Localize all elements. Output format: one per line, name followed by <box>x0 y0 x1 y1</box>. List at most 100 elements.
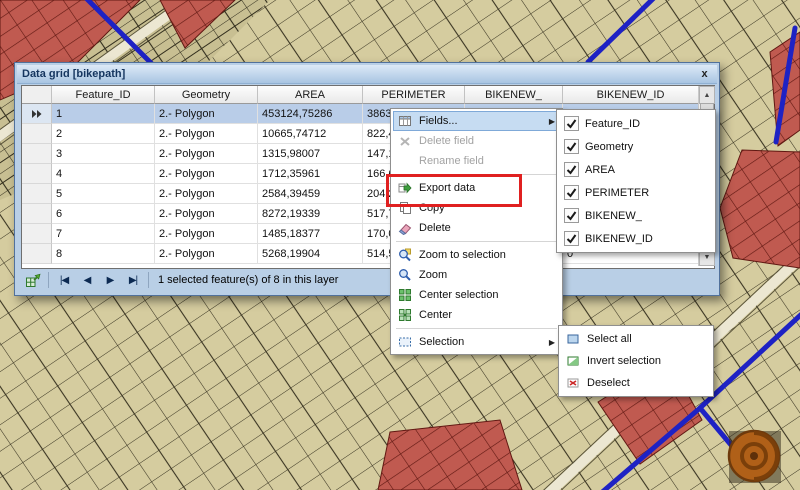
nav-first-icon[interactable]: |◀ <box>56 271 72 289</box>
menu-item-center[interactable]: Center <box>393 305 560 325</box>
menu-item-export-data[interactable]: Export data <box>393 178 560 198</box>
submenu-item-label: BIKENEW_ID <box>585 233 653 245</box>
grid-cell[interactable]: 2 <box>52 124 155 144</box>
menu-item-rename-field[interactable]: Rename field <box>393 151 560 171</box>
menu-separator <box>396 174 557 175</box>
green-table-arrow-icon <box>25 272 41 288</box>
move-selection-top-button[interactable] <box>25 272 41 288</box>
grid-cell[interactable]: 5268,19904 <box>258 244 363 264</box>
row-header[interactable] <box>22 184 52 204</box>
column-header-feature-id[interactable]: Feature_ID <box>52 86 155 104</box>
submenu-item-area[interactable]: AREA <box>559 158 713 181</box>
deselect-icon <box>564 376 582 390</box>
window-titlebar[interactable]: Data grid [bikepath] x <box>17 65 717 84</box>
grid-corner-cell[interactable] <box>22 86 52 104</box>
submenu-item-bikenew[interactable]: BIKENEW_ <box>559 204 713 227</box>
center-selection-icon <box>396 288 414 302</box>
menu-item-label: Zoom to selection <box>419 249 506 261</box>
current-row-indicator-icon <box>31 109 43 119</box>
grid-cell[interactable]: 2.- Polygon <box>155 204 258 224</box>
menu-item-zoom[interactable]: Zoom <box>393 265 560 285</box>
column-header-bikenew[interactable]: BIKENEW_ <box>465 86 563 104</box>
grid-cell[interactable]: 10665,74712 <box>258 124 363 144</box>
selection-icon <box>396 335 414 349</box>
row-header[interactable] <box>22 224 52 244</box>
grid-cell[interactable]: 2.- Polygon <box>155 224 258 244</box>
menu-item-label: Copy <box>419 202 445 214</box>
checkmark-icon <box>562 231 580 246</box>
zoom-icon <box>396 268 414 282</box>
submenu-item-label: Feature_ID <box>585 118 640 130</box>
menu-item-zoom-to-selection[interactable]: Zoom to selection <box>393 245 560 265</box>
row-header[interactable] <box>22 104 52 124</box>
submenu-item-deselect[interactable]: Deselect <box>561 372 711 394</box>
menu-item-label: Delete field <box>419 135 474 147</box>
row-header[interactable] <box>22 144 52 164</box>
grid-statusbar: |◀ ◀ ▶ ▶| 1 selected feature(s) of 8 in … <box>21 269 713 291</box>
grid-cell[interactable]: 2584,39459 <box>258 184 363 204</box>
submenu-item-perimeter[interactable]: PERIMETER <box>559 181 713 204</box>
selection-status-text: 1 selected feature(s) of 8 in this layer <box>158 274 338 286</box>
submenu-item-label: BIKENEW_ <box>585 210 642 222</box>
grid-cell[interactable]: 3 <box>52 144 155 164</box>
row-header[interactable] <box>22 164 52 184</box>
fields-submenu: Feature_ID Geometry AREA PERIMETER BIKEN… <box>556 109 716 253</box>
grid-cell[interactable]: 4 <box>52 164 155 184</box>
column-header-bikenew-id[interactable]: BIKENEW_ID <box>563 86 699 104</box>
grid-cell[interactable]: 453124,75286 <box>258 104 363 124</box>
column-header-geometry[interactable]: Geometry <box>155 86 258 104</box>
menu-item-label: Zoom <box>419 269 447 281</box>
grid-cell[interactable]: 8272,19339 <box>258 204 363 224</box>
submenu-item-geometry[interactable]: Geometry <box>559 135 713 158</box>
column-header-perimeter[interactable]: PERIMETER <box>363 86 465 104</box>
row-header[interactable] <box>22 244 52 264</box>
submenu-arrow-icon: ▶ <box>549 117 555 126</box>
menu-item-label: Rename field <box>419 155 484 167</box>
eraser-icon <box>396 221 414 235</box>
grid-cell[interactable]: 1712,35961 <box>258 164 363 184</box>
submenu-item-label: Deselect <box>587 377 630 389</box>
submenu-item-label: PERIMETER <box>585 187 649 199</box>
menu-item-fields[interactable]: Fields... ▶ <box>393 111 560 131</box>
export-data-icon <box>396 181 414 195</box>
grid-cell[interactable]: 6 <box>52 204 155 224</box>
grid-cell[interactable]: 1 <box>52 104 155 124</box>
grid-cell[interactable]: 1315,98007 <box>258 144 363 164</box>
menu-item-copy[interactable]: Copy <box>393 198 560 218</box>
nav-last-icon[interactable]: ▶| <box>125 271 141 289</box>
selection-submenu: Select all Invert selection Deselect <box>558 325 714 397</box>
column-header-area[interactable]: AREA <box>258 86 363 104</box>
grid-cell[interactable]: 2.- Polygon <box>155 124 258 144</box>
row-header[interactable] <box>22 204 52 224</box>
window-title: Data grid [bikepath] <box>22 68 125 80</box>
submenu-arrow-icon: ▶ <box>549 338 555 347</box>
separator <box>148 272 149 288</box>
grid-cell[interactable]: 1485,18377 <box>258 224 363 244</box>
delete-field-icon <box>396 134 414 148</box>
scroll-up-icon[interactable]: ▲ <box>699 86 715 104</box>
grid-cell[interactable]: 2.- Polygon <box>155 144 258 164</box>
grid-cell[interactable]: 2.- Polygon <box>155 244 258 264</box>
close-icon[interactable]: x <box>697 67 712 81</box>
grid-cell[interactable]: 5 <box>52 184 155 204</box>
submenu-item-select-all[interactable]: Select all <box>561 328 711 350</box>
copy-icon <box>396 201 414 215</box>
checkmark-icon <box>562 162 580 177</box>
submenu-item-bikenew-id[interactable]: BIKENEW_ID <box>559 227 713 250</box>
menu-item-center-selection[interactable]: Center selection <box>393 285 560 305</box>
grid-cell[interactable]: 2.- Polygon <box>155 104 258 124</box>
submenu-item-invert-selection[interactable]: Invert selection <box>561 350 711 372</box>
zoom-to-selection-icon <box>396 248 414 262</box>
submenu-item-label: Select all <box>587 333 632 345</box>
grid-cell[interactable]: 2.- Polygon <box>155 164 258 184</box>
grid-cell[interactable]: 8 <box>52 244 155 264</box>
nav-previous-icon[interactable]: ◀ <box>79 271 95 289</box>
submenu-item-feature-id[interactable]: Feature_ID <box>559 112 713 135</box>
grid-cell[interactable]: 7 <box>52 224 155 244</box>
menu-item-selection[interactable]: Selection ▶ <box>393 332 560 352</box>
nav-next-icon[interactable]: ▶ <box>102 271 118 289</box>
grid-cell[interactable]: 2.- Polygon <box>155 184 258 204</box>
row-header[interactable] <box>22 124 52 144</box>
menu-item-delete[interactable]: Delete <box>393 218 560 238</box>
menu-item-delete-field[interactable]: Delete field <box>393 131 560 151</box>
